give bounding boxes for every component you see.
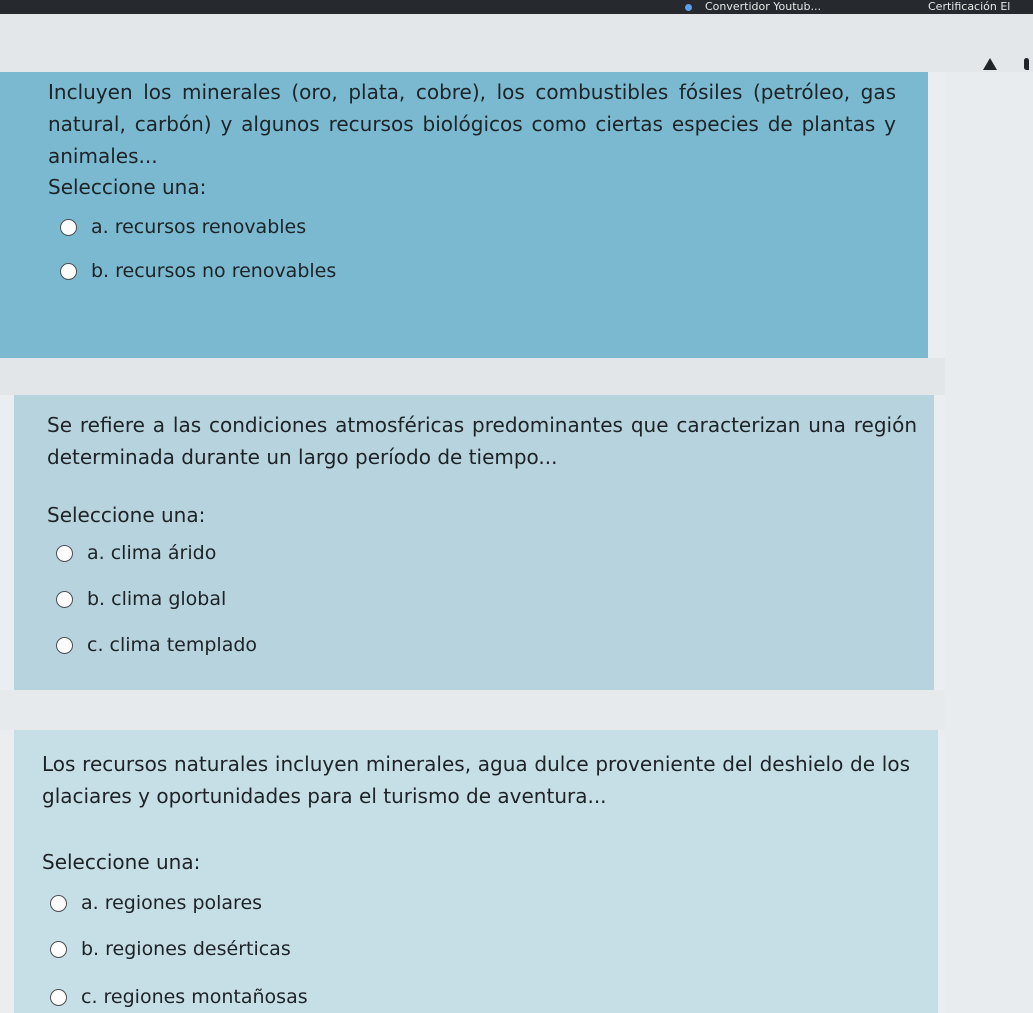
select-prompt: Seleccione una: bbox=[42, 850, 201, 874]
radio-button[interactable] bbox=[50, 894, 67, 912]
option-radio-b[interactable]: b. clima global bbox=[56, 586, 226, 612]
radio-button[interactable] bbox=[60, 218, 77, 236]
bookmark-certificacion[interactable]: Certificación El bbox=[928, 0, 1010, 14]
question-text: Los recursos naturales incluyen minerale… bbox=[42, 752, 910, 808]
question-card-1: Incluyen los minerales (oro, plata, cobr… bbox=[0, 72, 928, 358]
bookmark-favicon-icon bbox=[685, 4, 692, 11]
question-card-2: Se refiere a las condiciones atmosférica… bbox=[14, 395, 934, 690]
option-radio-a[interactable]: a. clima árido bbox=[56, 540, 216, 566]
radio-button[interactable] bbox=[56, 590, 73, 608]
bookmarks-bar: Convertidor Youtub... Certificación El bbox=[0, 0, 1033, 14]
bell-icon[interactable] bbox=[983, 58, 997, 70]
bookmark-convertidor[interactable]: Convertidor Youtub... bbox=[705, 0, 821, 14]
option-label: b. recursos no renovables bbox=[91, 260, 337, 282]
radio-button[interactable] bbox=[60, 262, 77, 280]
option-radio-c[interactable]: c. regiones montañosas bbox=[50, 984, 308, 1010]
option-radio-a[interactable]: a. regiones polares bbox=[50, 890, 262, 916]
radio-button[interactable] bbox=[50, 940, 67, 958]
radio-button[interactable] bbox=[56, 636, 73, 654]
question-text: Incluyen los minerales (oro, plata, cobr… bbox=[48, 80, 896, 168]
select-prompt: Seleccione una: bbox=[47, 503, 206, 527]
user-menu-icon[interactable] bbox=[1024, 58, 1029, 70]
option-label: c. regiones montañosas bbox=[81, 986, 308, 1008]
option-label: a. regiones polares bbox=[81, 892, 263, 914]
page-header-strip bbox=[0, 14, 1033, 72]
option-radio-c[interactable]: c. clima templado bbox=[56, 632, 257, 658]
option-label: b. clima global bbox=[87, 588, 227, 610]
option-label: a. recursos renovables bbox=[91, 216, 307, 238]
question-separator bbox=[0, 358, 945, 395]
question-separator bbox=[0, 690, 945, 730]
question-text: Se refiere a las condiciones atmosférica… bbox=[47, 413, 917, 469]
option-radio-a[interactable]: a. recursos renovables bbox=[60, 214, 306, 240]
select-prompt: Seleccione una: bbox=[48, 175, 207, 199]
radio-button[interactable] bbox=[56, 544, 73, 562]
option-label: c. clima templado bbox=[87, 634, 258, 656]
option-radio-b[interactable]: b. recursos no renovables bbox=[60, 258, 336, 284]
option-label: b. regiones desérticas bbox=[81, 938, 291, 960]
question-card-3: Los recursos naturales incluyen minerale… bbox=[14, 730, 938, 1013]
radio-button[interactable] bbox=[50, 988, 67, 1006]
option-radio-b[interactable]: b. regiones desérticas bbox=[50, 936, 291, 962]
right-sidebar bbox=[945, 72, 1033, 1013]
option-label: a. clima árido bbox=[87, 542, 217, 564]
